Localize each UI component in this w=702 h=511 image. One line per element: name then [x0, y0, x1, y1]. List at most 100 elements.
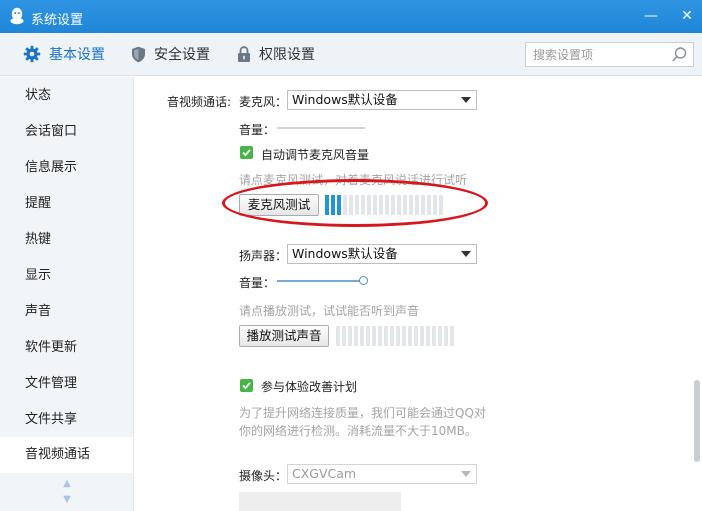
speaker-level-segment	[366, 326, 370, 346]
speaker-level-segment	[390, 326, 394, 346]
sidebar-item-chat-window[interactable]: 会话窗口	[0, 114, 133, 150]
tab-label: 基本设置	[49, 47, 105, 63]
search-input[interactable]	[526, 43, 666, 66]
experience-program-desc-line2: 你的网络进行检测。消耗流量不大于10MB。	[239, 424, 477, 438]
speaker-level-segment	[438, 326, 442, 346]
mic-level-meter	[325, 195, 443, 215]
settings-search-box	[525, 42, 694, 67]
tab-permission-settings[interactable]: 权限设置	[237, 33, 315, 75]
mic-level-segment	[409, 195, 413, 215]
lock-icon	[238, 45, 250, 62]
speaker-level-segment	[408, 326, 412, 346]
sidebar-item-reminders[interactable]: 提醒	[0, 186, 133, 222]
mic-device-select[interactable]: Windows默认设备	[287, 90, 477, 110]
mic-test-hint: 请点麦克风测试，对着麦克风说话进行试听	[239, 173, 468, 187]
scroll-up-arrow-icon[interactable]: ▲	[60, 478, 74, 490]
camera-device-value: CXGVCam	[292, 466, 357, 481]
sidebar-item-file-sharing[interactable]: 文件共享	[0, 402, 133, 438]
mic-level-segment	[433, 195, 437, 215]
mic-level-segment	[355, 195, 359, 215]
mic-level-segment	[361, 195, 365, 215]
sidebar-item-sound[interactable]: 声音	[0, 294, 133, 330]
speaker-level-segment	[432, 326, 436, 346]
speaker-level-segment	[420, 326, 424, 346]
sidebar-item-software-update[interactable]: 软件更新	[0, 330, 133, 366]
scroll-down-arrow-icon[interactable]: ▼	[60, 494, 74, 506]
title-bar: 系统设置 — ✕	[0, 0, 702, 33]
chevron-down-icon	[461, 251, 471, 257]
mic-level-segment	[391, 195, 395, 215]
mic-level-segment	[379, 195, 383, 215]
speaker-level-meter	[336, 326, 454, 346]
speaker-level-segment	[426, 326, 430, 346]
speaker-level-segment	[360, 326, 364, 346]
speaker-label: 扬声器：	[239, 249, 288, 263]
experience-program-checkbox[interactable]	[240, 379, 253, 392]
play-test-sound-button[interactable]: 播放测试声音	[239, 325, 329, 347]
mic-level-segment	[331, 195, 335, 215]
speaker-level-segment	[450, 326, 454, 346]
mic-level-segment	[343, 195, 347, 215]
mic-level-segment	[367, 195, 371, 215]
speaker-volume-knob[interactable]	[359, 276, 369, 285]
sidebar-item-av-call[interactable]: 音视频通话	[0, 437, 133, 473]
mic-level-segment	[349, 195, 353, 215]
window-title: 系统设置	[31, 13, 84, 28]
speaker-level-segment	[378, 326, 382, 346]
speaker-volume-label: 音量：	[239, 276, 276, 290]
sidebar-item-file-management[interactable]: 文件管理	[0, 366, 133, 402]
mic-volume-label: 音量：	[239, 123, 276, 137]
speaker-level-segment	[402, 326, 406, 346]
mic-level-segment	[373, 195, 377, 215]
mic-level-segment	[337, 195, 341, 215]
checkmark-icon	[242, 382, 251, 390]
settings-content-panel: 音视频通话: 麦克风： Windows默认设备 音量： 自动调节麦克风音量 请点…	[135, 77, 702, 511]
settings-tab-bar: 基本设置 安全设置 权限设置	[0, 33, 702, 76]
speaker-level-segment	[348, 326, 352, 346]
mic-level-segment	[403, 195, 407, 215]
sidebar-item-display[interactable]: 显示	[0, 258, 133, 294]
sidebar-item-status[interactable]: 状态	[0, 78, 133, 114]
speaker-level-segment	[396, 326, 400, 346]
mic-volume-slider[interactable]	[277, 127, 365, 129]
mic-level-segment	[439, 195, 443, 215]
sidebar-item-hotkeys[interactable]: 热键	[0, 222, 133, 258]
mic-level-segment	[427, 195, 431, 215]
mic-device-value: Windows默认设备	[292, 92, 398, 107]
speaker-device-value: Windows默认设备	[292, 246, 398, 261]
mic-label: 麦克风：	[239, 95, 288, 109]
experience-program-desc-line1: 为了提升网络连接质量，我们可能会通过QQ对	[239, 406, 486, 420]
speaker-test-hint: 请点播放测试，试试能否听到声音	[239, 304, 420, 318]
content-scrollbar[interactable]	[694, 380, 700, 462]
search-icon[interactable]	[671, 46, 688, 63]
speaker-level-segment	[354, 326, 358, 346]
sidebar-item-info-display[interactable]: 信息展示	[0, 150, 133, 186]
speaker-level-segment	[384, 326, 388, 346]
mic-level-segment	[415, 195, 419, 215]
tab-basic-settings[interactable]: 基本设置	[23, 33, 105, 75]
mic-level-segment	[325, 195, 329, 215]
speaker-volume-fill	[277, 280, 364, 282]
settings-sidebar: 状态 会话窗口 信息展示 提醒 热键 显示 声音 软件更新 文件管理 文件共享 …	[0, 77, 134, 511]
mic-level-segment	[397, 195, 401, 215]
minimize-button[interactable]: —	[640, 6, 662, 26]
checkmark-icon	[242, 149, 251, 157]
tab-label: 安全设置	[154, 47, 210, 63]
close-button[interactable]: ✕	[676, 6, 698, 26]
speaker-level-segment	[414, 326, 418, 346]
tab-security-settings[interactable]: 安全设置	[131, 33, 210, 75]
section-label-av-call: 音视频通话:	[167, 95, 232, 109]
speaker-device-select[interactable]: Windows默认设备	[287, 244, 477, 264]
mic-auto-adjust-label: 自动调节麦克风音量	[261, 148, 370, 162]
mic-auto-adjust-checkbox[interactable]	[240, 146, 253, 159]
mic-level-segment	[421, 195, 425, 215]
tab-label: 权限设置	[259, 47, 315, 63]
qq-penguin-icon	[10, 7, 24, 25]
speaker-level-segment	[444, 326, 448, 346]
camera-device-select[interactable]: CXGVCam	[287, 464, 477, 484]
experience-program-label: 参与体验改善计划	[261, 380, 358, 394]
mic-level-segment	[385, 195, 389, 215]
mic-test-button[interactable]: 麦克风测试	[239, 194, 319, 216]
camera-label: 摄像头：	[239, 469, 288, 483]
chevron-down-icon	[461, 97, 471, 103]
